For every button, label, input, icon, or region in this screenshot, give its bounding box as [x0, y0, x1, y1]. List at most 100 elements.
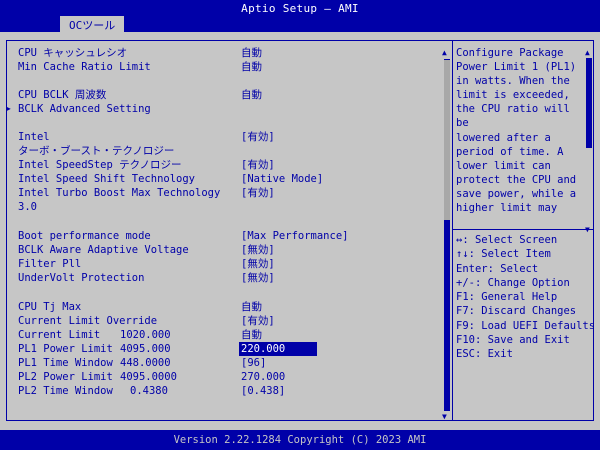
setting-label: ターボ・ブースト・テクノロジー — [18, 145, 175, 157]
setting-turbo-boost-max[interactable]: Intel Turbo Boost Max Technology [有効] — [18, 186, 438, 200]
setting-cpu-cache-ratio[interactable]: CPU キャッシュレシオ 自動 — [18, 46, 438, 60]
setting-min-cache-ratio-limit[interactable]: Min Cache Ratio Limit 自動 — [18, 60, 438, 74]
setting-label: CPU キャッシュレシオ — [18, 47, 128, 59]
setting-current-number: 0.4380 — [130, 385, 168, 397]
panel-divider — [452, 40, 453, 421]
setting-label: Min Cache Ratio Limit — [18, 61, 151, 73]
setting-value: 自動 — [241, 329, 262, 341]
help-line: higher limit may — [456, 202, 558, 215]
help-line: the CPU ratio will be — [456, 103, 570, 130]
setting-current-limit[interactable]: Current Limit 1020.000 自動 — [18, 328, 438, 342]
submenu-bclk-advanced-setting[interactable]: ▶ BCLK Advanced Setting — [6, 102, 438, 116]
setting-pl1-power-limit[interactable]: PL1 Power Limit 4095.000 220.000 — [18, 342, 438, 356]
setting-intel-speed-shift[interactable]: Intel Speed Shift Technology [Native Mod… — [18, 172, 438, 186]
setting-pl2-power-limit[interactable]: PL2 Power Limit 4095.0000 270.000 — [18, 370, 438, 384]
scroll-down-arrow-icon[interactable]: ▼ — [442, 413, 447, 421]
setting-value: 自動 — [241, 61, 262, 73]
setting-current-number: 1020.000 — [120, 329, 171, 341]
footer-version: Version 2.22.1284 Copyright (C) 2023 AMI — [0, 430, 600, 450]
setting-label-continuation: ターボ・ブースト・テクノロジー — [18, 144, 438, 158]
setting-current-number: 448.0000 — [120, 357, 171, 369]
setting-label-continuation: 3.0 — [18, 200, 438, 214]
key-hint: F9: Load UEFI Defaults — [456, 319, 596, 332]
setting-pl2-time-window[interactable]: PL2 Time Window 0.4380 [0.438] — [18, 384, 438, 398]
key-hint: F1: General Help — [456, 291, 558, 304]
key-hint: F10: Save and Exit — [456, 334, 570, 347]
help-scrollbar-thumb[interactable] — [586, 58, 592, 148]
setting-value: [無効] — [241, 258, 275, 270]
key-hint: F7: Discard Changes — [456, 305, 577, 318]
setting-value: [Native Mode] — [241, 173, 324, 185]
setting-label: CPU BCLK 周波数 — [18, 89, 107, 101]
key-hint: ↔: Select Screen — [456, 234, 558, 246]
setting-value: 自動 — [241, 301, 262, 313]
key-hint: ESC: Exit — [456, 348, 513, 361]
setting-label: BCLK Advanced Setting — [18, 103, 151, 115]
setting-boot-performance-mode[interactable]: Boot performance mode [Max Performance] — [18, 229, 438, 243]
setting-cpu-bclk-frequency[interactable]: CPU BCLK 周波数 自動 — [18, 88, 438, 102]
setting-label: Intel Speed Shift Technology — [18, 173, 196, 185]
key-hint: +/-: Change Option — [456, 276, 570, 289]
setting-label: Intel Turbo Boost Max Technology — [18, 187, 221, 199]
setting-label: PL2 Time Window — [18, 385, 113, 397]
help-line: in watts. When the — [456, 75, 570, 88]
setting-value: 自動 — [241, 89, 262, 101]
help-line: save power, while a — [456, 187, 577, 200]
setting-current-number: 4095.0000 — [120, 371, 177, 383]
help-line: Power Limit 1 (PL1) — [456, 61, 577, 74]
window-title: Aptio Setup – AMI — [241, 2, 359, 15]
setting-value: [有効] — [241, 159, 275, 171]
submenu-arrow-icon: ▶ — [6, 104, 11, 113]
help-line: limit is exceeded, — [456, 89, 570, 102]
help-scroll-up-arrow-icon[interactable]: ▲ — [585, 49, 590, 57]
setting-label: CPU Tj Max — [18, 301, 82, 313]
setting-intel-turbo-boost[interactable]: Intel [有効] — [18, 130, 438, 144]
help-divider — [453, 229, 594, 230]
setting-label: Current Limit Override — [18, 315, 158, 327]
setting-label: UnderVolt Protection — [18, 272, 145, 284]
setting-value: 270.000 — [241, 371, 286, 383]
setting-label: 3.0 — [18, 201, 37, 213]
setting-value: [無効] — [241, 244, 275, 256]
setting-label: Current Limit — [18, 329, 101, 341]
setting-label: PL1 Power Limit — [18, 343, 113, 355]
setting-label: PL2 Power Limit — [18, 371, 113, 383]
setup-screen: CPU キャッシュレシオ 自動 Min Cache Ratio Limit 自動… — [0, 32, 600, 430]
setting-undervolt-protection[interactable]: UnderVolt Protection [無効] — [18, 271, 438, 285]
key-legend: ↔: Select Screen ↑↓: Select Item Enter: … — [456, 233, 596, 362]
setting-label: PL1 Time Window — [18, 357, 113, 369]
setting-value: [有効] — [241, 187, 275, 199]
tab-oc-tools[interactable]: OCツール — [60, 16, 125, 32]
setting-value: [有効] — [241, 131, 275, 143]
help-line: period of time. A — [456, 145, 564, 158]
help-text: Configure Package Power Limit 1 (PL1) in… — [456, 46, 582, 215]
help-line: protect the CPU and — [456, 173, 577, 186]
setting-pl1-time-window[interactable]: PL1 Time Window 448.0000 [96] — [18, 356, 438, 370]
setting-intel-speedstep[interactable]: Intel SpeedStep テクノロジー [有効] — [18, 158, 438, 172]
setting-label: Boot performance mode — [18, 230, 151, 242]
scrollbar-thumb[interactable] — [444, 60, 450, 220]
key-hint: Enter: Select — [456, 262, 539, 275]
setting-value: [Max Performance] — [241, 230, 349, 242]
setting-label: Filter Pll — [18, 258, 82, 270]
setting-bclk-aware-adaptive-voltage[interactable]: BCLK Aware Adaptive Voltage [無効] — [18, 243, 438, 257]
setting-value: [無効] — [241, 272, 275, 284]
setting-value: [0.438] — [241, 385, 286, 397]
scroll-up-arrow-icon[interactable]: ▲ — [442, 49, 447, 57]
top-bar: Aptio Setup – AMI OCツール — [0, 0, 600, 32]
setting-current-limit-override[interactable]: Current Limit Override [有効] — [18, 314, 438, 328]
setting-filter-pll[interactable]: Filter Pll [無効] — [18, 257, 438, 271]
setting-label: Intel SpeedStep テクノロジー — [18, 159, 182, 171]
help-line: lowered after a — [456, 131, 551, 144]
key-hint: ↑↓: Select Item — [456, 248, 551, 261]
setting-cpu-tj-max[interactable]: CPU Tj Max 自動 — [18, 300, 438, 314]
help-line: Configure Package — [456, 47, 564, 59]
pl1-power-limit-input[interactable]: 220.000 — [239, 342, 317, 356]
setting-current-number: 4095.000 — [120, 343, 171, 355]
setting-label: BCLK Aware Adaptive Voltage — [18, 244, 189, 256]
setting-value: 自動 — [241, 47, 262, 59]
setting-label: Intel — [18, 131, 50, 143]
setting-value: [有効] — [241, 315, 275, 327]
help-line: lower limit can — [456, 159, 551, 172]
setting-value: [96] — [241, 357, 267, 369]
